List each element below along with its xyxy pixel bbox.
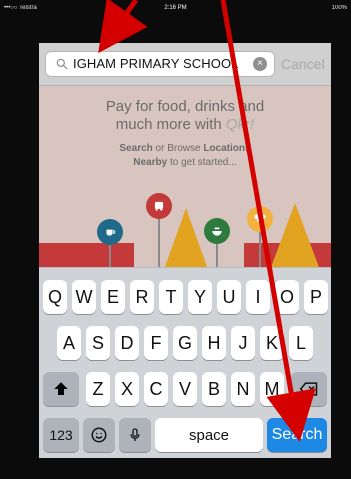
phone-screen: •••○○ Telstra 2:16 PM 100% IGHAM PRIMARY… bbox=[0, 0, 351, 479]
annotation-arrow-to-search-key bbox=[220, 0, 316, 442]
annotation-arrow-to-search-field bbox=[98, 0, 148, 54]
annotation-arrow-overlay bbox=[98, 0, 316, 442]
